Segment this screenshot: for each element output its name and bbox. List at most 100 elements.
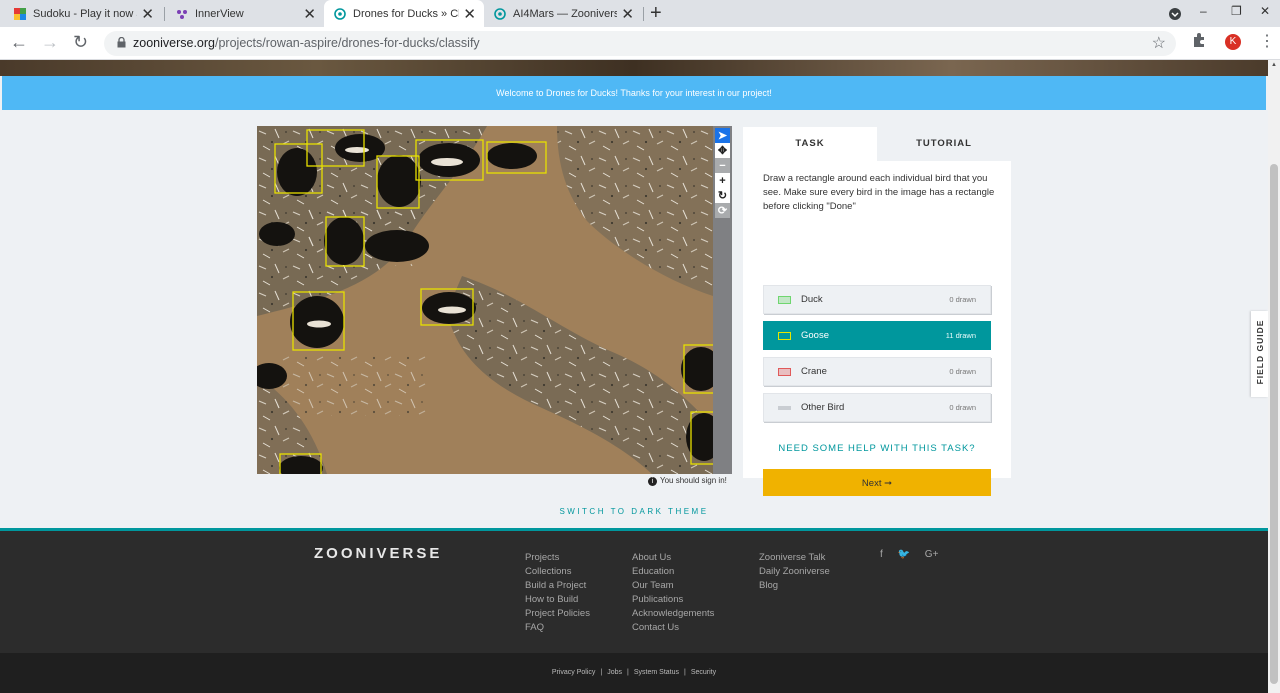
zoom-in-icon[interactable]: + xyxy=(715,173,730,188)
browser-tab-ai4mars[interactable]: AI4Mars — Zooniverse ✕ xyxy=(484,0,642,27)
tool-option-goose[interactable]: Goose 11 drawn xyxy=(763,321,991,350)
footer-link[interactable]: Contact Us xyxy=(632,621,714,635)
address-bar[interactable]: zooniverse.org/projects/rowan-aspire/dro… xyxy=(104,31,1176,56)
footer-link[interactable]: Project Policies xyxy=(525,607,590,621)
field-guide-label: FIELD GUIDE xyxy=(1255,319,1265,385)
jobs-link[interactable]: Jobs xyxy=(607,669,622,676)
forward-icon[interactable]: → xyxy=(41,32,59,53)
extensions-puzzle-icon[interactable] xyxy=(1191,32,1207,48)
tool-option-crane[interactable]: Crane 0 drawn xyxy=(763,357,991,386)
annotation-layer[interactable] xyxy=(257,126,713,474)
tab-title: AI4Mars — Zooniverse xyxy=(513,7,618,20)
goose-annotation-box[interactable] xyxy=(420,288,474,326)
rectangle-swatch-icon xyxy=(778,367,791,376)
footer-link[interactable]: FAQ xyxy=(525,621,590,635)
goose-annotation-box[interactable] xyxy=(486,141,547,174)
footer-link[interactable]: How to Build xyxy=(525,593,590,607)
minimize-window-icon[interactable]: – xyxy=(1200,4,1207,18)
footer-link[interactable]: Blog xyxy=(759,579,830,593)
scrollbar-thumb[interactable] xyxy=(1270,164,1278,684)
goose-annotation-box[interactable] xyxy=(292,291,345,351)
close-tab-icon[interactable]: ✕ xyxy=(303,5,316,23)
subject-image-viewer[interactable] xyxy=(257,126,713,474)
reload-icon[interactable]: ↻ xyxy=(73,32,88,53)
sign-in-text: You should sign in! xyxy=(660,476,727,485)
rotate-icon[interactable]: ↻ xyxy=(715,188,730,203)
profile-menu-icon[interactable] xyxy=(1168,7,1182,21)
browser-tab-sudoku[interactable]: Sudoku - Play it now at Coolm ✕ xyxy=(4,0,162,27)
bookmark-star-icon[interactable]: ☆ xyxy=(1152,33,1166,53)
footer-link[interactable]: Education xyxy=(632,565,714,579)
browser-tab-drones-for-ducks[interactable]: Drones for Ducks » Classify — ✕ xyxy=(324,0,484,27)
tab-title: Sudoku - Play it now at Coolm xyxy=(33,7,137,20)
goose-annotation-box[interactable] xyxy=(376,155,420,209)
footer-column-projects: Projects Collections Build a Project How to… xyxy=(525,551,590,635)
restore-window-icon[interactable]: ❐ xyxy=(1231,4,1242,18)
profile-avatar[interactable]: K xyxy=(1225,34,1241,50)
url-path: /projects/rowan-aspire/drones-for-ducks/… xyxy=(215,36,480,50)
browser-toolbar: ← → ↻ zooniverse.org/projects/rowan-aspi… xyxy=(0,27,1280,60)
goose-annotation-box[interactable] xyxy=(690,411,713,465)
task-help-link[interactable]: NEED SOME HELP WITH THIS TASK? xyxy=(743,443,1011,454)
new-tab-button[interactable]: + xyxy=(650,2,662,25)
scroll-up-arrow-icon[interactable]: ▲ xyxy=(1271,62,1277,68)
page-scrollbar[interactable]: ▲ xyxy=(1268,60,1280,693)
option-count: 0 drawn xyxy=(949,295,976,304)
footer-column-about: About Us Education Our Team Publications Ack… xyxy=(632,551,714,635)
footer-link[interactable]: Build a Project xyxy=(525,579,590,593)
option-label: Duck xyxy=(801,294,823,305)
close-tab-icon[interactable]: ✕ xyxy=(621,5,634,23)
goose-annotation-box[interactable] xyxy=(325,216,365,267)
tool-option-other-bird[interactable]: Other Bird 0 drawn xyxy=(763,393,991,422)
info-icon: i xyxy=(648,477,657,486)
tab-separator xyxy=(643,7,644,21)
close-tab-icon[interactable]: ✕ xyxy=(463,5,476,23)
footer-link[interactable]: Projects xyxy=(525,551,590,565)
pointer-tool-icon[interactable]: ➤ xyxy=(715,128,730,143)
close-tab-icon[interactable]: ✕ xyxy=(141,5,154,23)
twitter-icon[interactable]: 🐦 xyxy=(898,549,910,560)
goose-annotation-box[interactable] xyxy=(306,129,365,167)
footer-link[interactable]: Zooniverse Talk xyxy=(759,551,830,565)
close-window-icon[interactable]: ✕ xyxy=(1260,4,1270,18)
zooniverse-favicon-icon xyxy=(494,7,506,20)
facebook-icon[interactable]: f xyxy=(880,549,883,560)
security-link[interactable]: Security xyxy=(691,669,716,676)
goose-annotation-box[interactable] xyxy=(274,143,323,194)
goose-annotation-box[interactable] xyxy=(415,139,484,181)
goose-annotation-box[interactable] xyxy=(683,344,713,394)
rectangle-swatch-icon xyxy=(778,295,791,304)
tab-tutorial[interactable]: TUTORIAL xyxy=(877,127,1011,161)
rectangle-swatch-icon xyxy=(778,331,791,340)
footer-link[interactable]: About Us xyxy=(632,551,714,565)
next-button[interactable]: Next ➞ xyxy=(763,469,991,496)
footer-link[interactable]: Our Team xyxy=(632,579,714,593)
browser-tab-innerview[interactable]: InnerView ✕ xyxy=(166,0,324,27)
google-plus-icon[interactable]: G+ xyxy=(925,549,939,560)
image-toolbar: ➤ ✥ − + ↻ ⟳ xyxy=(713,126,732,474)
tab-task[interactable]: TASK xyxy=(743,127,877,161)
tool-option-duck[interactable]: Duck 0 drawn xyxy=(763,285,991,314)
line-swatch-icon xyxy=(778,405,791,410)
footer-link[interactable]: Collections xyxy=(525,565,590,579)
goose-annotation-box[interactable] xyxy=(279,453,322,474)
footer-link[interactable]: Acknowledgements xyxy=(632,607,714,621)
back-icon[interactable]: ← xyxy=(10,32,28,53)
system-status-link[interactable]: System Status xyxy=(634,669,679,676)
footer-link[interactable]: Publications xyxy=(632,593,714,607)
zooniverse-logo[interactable]: ZOONIVERSE xyxy=(314,545,442,562)
privacy-policy-link[interactable]: Privacy Policy xyxy=(552,669,596,676)
lock-icon xyxy=(117,37,126,48)
sign-in-notice[interactable]: i You should sign in! xyxy=(648,476,727,486)
project-hero-image xyxy=(0,60,1268,76)
dark-theme-toggle[interactable]: SWITCH TO DARK THEME xyxy=(0,507,1268,516)
zooniverse-favicon-icon xyxy=(334,7,346,20)
pan-tool-icon[interactable]: ✥ xyxy=(715,143,730,158)
footer-link[interactable]: Daily Zooniverse xyxy=(759,565,830,579)
option-count: 0 drawn xyxy=(949,367,976,376)
field-guide-tab[interactable]: FIELD GUIDE xyxy=(1251,311,1268,397)
tab-separator xyxy=(164,7,165,21)
zoom-out-icon[interactable]: − xyxy=(715,158,730,173)
reset-view-icon[interactable]: ⟳ xyxy=(715,203,730,218)
browser-menu-icon[interactable]: ⋮ xyxy=(1259,34,1275,50)
